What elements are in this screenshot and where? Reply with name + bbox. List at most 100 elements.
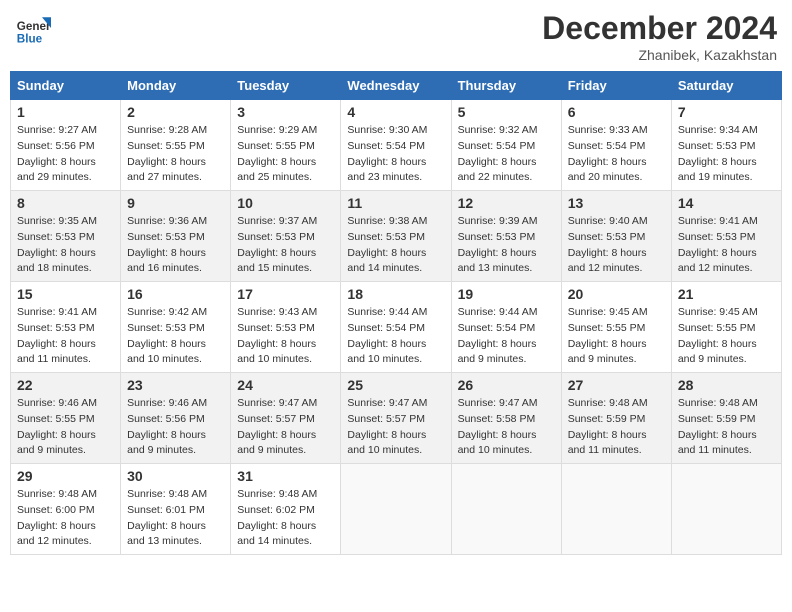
day-info: Sunrise: 9:46 AMSunset: 5:56 PMDaylight:…: [127, 396, 224, 459]
header-row: SundayMondayTuesdayWednesdayThursdayFrid…: [11, 72, 782, 100]
weekday-header: Wednesday: [341, 72, 451, 100]
calendar-week: 29Sunrise: 9:48 AMSunset: 6:00 PMDayligh…: [11, 464, 782, 555]
day-info: Sunrise: 9:41 AMSunset: 5:53 PMDaylight:…: [17, 305, 114, 368]
calendar-week: 22Sunrise: 9:46 AMSunset: 5:55 PMDayligh…: [11, 373, 782, 464]
calendar-cell: 7Sunrise: 9:34 AMSunset: 5:53 PMDaylight…: [671, 100, 781, 191]
day-number: 3: [237, 104, 334, 120]
title-block: December 2024 Zhanibek, Kazakhstan: [542, 10, 777, 63]
calendar-cell: 3 Sunrise: 9:29 AMSunset: 5:55 PMDaylight…: [231, 100, 341, 191]
day-info: Sunrise: 9:47 AMSunset: 5:57 PMDaylight:…: [237, 396, 334, 459]
svg-text:Blue: Blue: [17, 32, 43, 45]
calendar-cell: [341, 464, 451, 555]
weekday-header: Monday: [121, 72, 231, 100]
weekday-header: Friday: [561, 72, 671, 100]
calendar-cell: 22Sunrise: 9:46 AMSunset: 5:55 PMDayligh…: [11, 373, 121, 464]
calendar-cell: 21 Sunrise: 9:45 AMSunset: 5:55 PMDayligh…: [671, 282, 781, 373]
day-number: 26: [458, 377, 555, 393]
day-info: Sunrise: 9:48 AMSunset: 5:59 PMDaylight:…: [568, 396, 665, 459]
day-number: 6: [568, 104, 665, 120]
day-info: Sunrise: 9:44 AMSunset: 5:54 PMDaylight:…: [458, 305, 555, 368]
calendar-cell: 4 Sunrise: 9:30 AMSunset: 5:54 PMDaylight…: [341, 100, 451, 191]
day-number: 30: [127, 468, 224, 484]
day-number: 5: [458, 104, 555, 120]
calendar-cell: 25 Sunrise: 9:47 AMSunset: 5:57 PMDayligh…: [341, 373, 451, 464]
day-info: Sunrise: 9:48 AMSunset: 6:00 PMDaylight:…: [17, 487, 114, 550]
day-number: 2: [127, 104, 224, 120]
calendar-table: SundayMondayTuesdayWednesdayThursdayFrid…: [10, 71, 782, 555]
day-info: Sunrise: 9:43 AMSunset: 5:53 PMDaylight:…: [237, 305, 334, 368]
logo-icon: General Blue: [15, 10, 51, 46]
calendar-cell: 14Sunrise: 9:41 AMSunset: 5:53 PMDayligh…: [671, 191, 781, 282]
day-info: Sunrise: 9:45 AMSunset: 5:55 PMDaylight:…: [568, 305, 665, 368]
day-number: 21: [678, 286, 775, 302]
day-number: 23: [127, 377, 224, 393]
calendar-cell: 24 Sunrise: 9:47 AMSunset: 5:57 PMDayligh…: [231, 373, 341, 464]
calendar-cell: 12 Sunrise: 9:39 AMSunset: 5:53 PMDayligh…: [451, 191, 561, 282]
day-info: Sunrise: 9:30 AMSunset: 5:54 PMDaylight:…: [347, 123, 444, 186]
day-info: Sunrise: 9:39 AMSunset: 5:53 PMDaylight:…: [458, 214, 555, 277]
day-number: 9: [127, 195, 224, 211]
calendar-cell: 8 Sunrise: 9:35 AMSunset: 5:53 PMDaylight…: [11, 191, 121, 282]
day-number: 10: [237, 195, 334, 211]
day-number: 1: [17, 104, 114, 120]
day-info: Sunrise: 9:37 AMSunset: 5:53 PMDaylight:…: [237, 214, 334, 277]
location: Zhanibek, Kazakhstan: [542, 47, 777, 63]
weekday-header: Tuesday: [231, 72, 341, 100]
calendar-cell: 30Sunrise: 9:48 AMSunset: 6:01 PMDayligh…: [121, 464, 231, 555]
day-number: 18: [347, 286, 444, 302]
calendar-cell: 13 Sunrise: 9:40 AMSunset: 5:53 PMDayligh…: [561, 191, 671, 282]
day-info: Sunrise: 9:41 AMSunset: 5:53 PMDaylight:…: [678, 214, 775, 277]
weekday-header: Thursday: [451, 72, 561, 100]
calendar-cell: 17Sunrise: 9:43 AMSunset: 5:53 PMDayligh…: [231, 282, 341, 373]
day-info: Sunrise: 9:38 AMSunset: 5:53 PMDaylight:…: [347, 214, 444, 277]
logo: General Blue: [15, 10, 51, 46]
calendar-cell: 9Sunrise: 9:36 AMSunset: 5:53 PMDaylight…: [121, 191, 231, 282]
calendar-cell: 18 Sunrise: 9:44 AMSunset: 5:54 PMDayligh…: [341, 282, 451, 373]
day-info: Sunrise: 9:27 AMSunset: 5:56 PMDaylight:…: [17, 123, 114, 186]
calendar-cell: 11Sunrise: 9:38 AMSunset: 5:53 PMDayligh…: [341, 191, 451, 282]
day-number: 27: [568, 377, 665, 393]
calendar-cell: 6 Sunrise: 9:33 AMSunset: 5:54 PMDaylight…: [561, 100, 671, 191]
page-header: General Blue December 2024 Zhanibek, Kaz…: [10, 10, 782, 63]
calendar-cell: 23 Sunrise: 9:46 AMSunset: 5:56 PMDayligh…: [121, 373, 231, 464]
day-number: 31: [237, 468, 334, 484]
day-number: 15: [17, 286, 114, 302]
day-number: 12: [458, 195, 555, 211]
calendar-cell: 16Sunrise: 9:42 AMSunset: 5:53 PMDayligh…: [121, 282, 231, 373]
day-info: Sunrise: 9:44 AMSunset: 5:54 PMDaylight:…: [347, 305, 444, 368]
day-info: Sunrise: 9:48 AMSunset: 5:59 PMDaylight:…: [678, 396, 775, 459]
day-info: Sunrise: 9:40 AMSunset: 5:53 PMDaylight:…: [568, 214, 665, 277]
day-number: 16: [127, 286, 224, 302]
day-number: 13: [568, 195, 665, 211]
calendar-cell: 1 Sunrise: 9:27 AMSunset: 5:56 PMDaylight…: [11, 100, 121, 191]
weekday-header: Sunday: [11, 72, 121, 100]
day-info: Sunrise: 9:48 AMSunset: 6:02 PMDaylight:…: [237, 487, 334, 550]
day-number: 20: [568, 286, 665, 302]
weekday-header: Saturday: [671, 72, 781, 100]
day-info: Sunrise: 9:47 AMSunset: 5:57 PMDaylight:…: [347, 396, 444, 459]
calendar-cell: 5 Sunrise: 9:32 AMSunset: 5:54 PMDaylight…: [451, 100, 561, 191]
calendar-cell: 26Sunrise: 9:47 AMSunset: 5:58 PMDayligh…: [451, 373, 561, 464]
day-info: Sunrise: 9:33 AMSunset: 5:54 PMDaylight:…: [568, 123, 665, 186]
calendar-cell: 2Sunrise: 9:28 AMSunset: 5:55 PMDaylight…: [121, 100, 231, 191]
calendar-cell: 15 Sunrise: 9:41 AMSunset: 5:53 PMDayligh…: [11, 282, 121, 373]
calendar-cell: [561, 464, 671, 555]
day-info: Sunrise: 9:45 AMSunset: 5:55 PMDaylight:…: [678, 305, 775, 368]
calendar-cell: 20 Sunrise: 9:45 AMSunset: 5:55 PMDayligh…: [561, 282, 671, 373]
day-number: 28: [678, 377, 775, 393]
calendar-cell: 31 Sunrise: 9:48 AMSunset: 6:02 PMDayligh…: [231, 464, 341, 555]
day-info: Sunrise: 9:32 AMSunset: 5:54 PMDaylight:…: [458, 123, 555, 186]
calendar-week: 1 Sunrise: 9:27 AMSunset: 5:56 PMDaylight…: [11, 100, 782, 191]
day-info: Sunrise: 9:35 AMSunset: 5:53 PMDaylight:…: [17, 214, 114, 277]
calendar-cell: 28 Sunrise: 9:48 AMSunset: 5:59 PMDayligh…: [671, 373, 781, 464]
calendar-cell: [451, 464, 561, 555]
day-info: Sunrise: 9:29 AMSunset: 5:55 PMDaylight:…: [237, 123, 334, 186]
day-number: 4: [347, 104, 444, 120]
day-number: 24: [237, 377, 334, 393]
calendar-cell: [671, 464, 781, 555]
day-number: 25: [347, 377, 444, 393]
calendar-cell: 19Sunrise: 9:44 AMSunset: 5:54 PMDayligh…: [451, 282, 561, 373]
calendar-week: 15 Sunrise: 9:41 AMSunset: 5:53 PMDayligh…: [11, 282, 782, 373]
day-number: 8: [17, 195, 114, 211]
day-info: Sunrise: 9:34 AMSunset: 5:53 PMDaylight:…: [678, 123, 775, 186]
